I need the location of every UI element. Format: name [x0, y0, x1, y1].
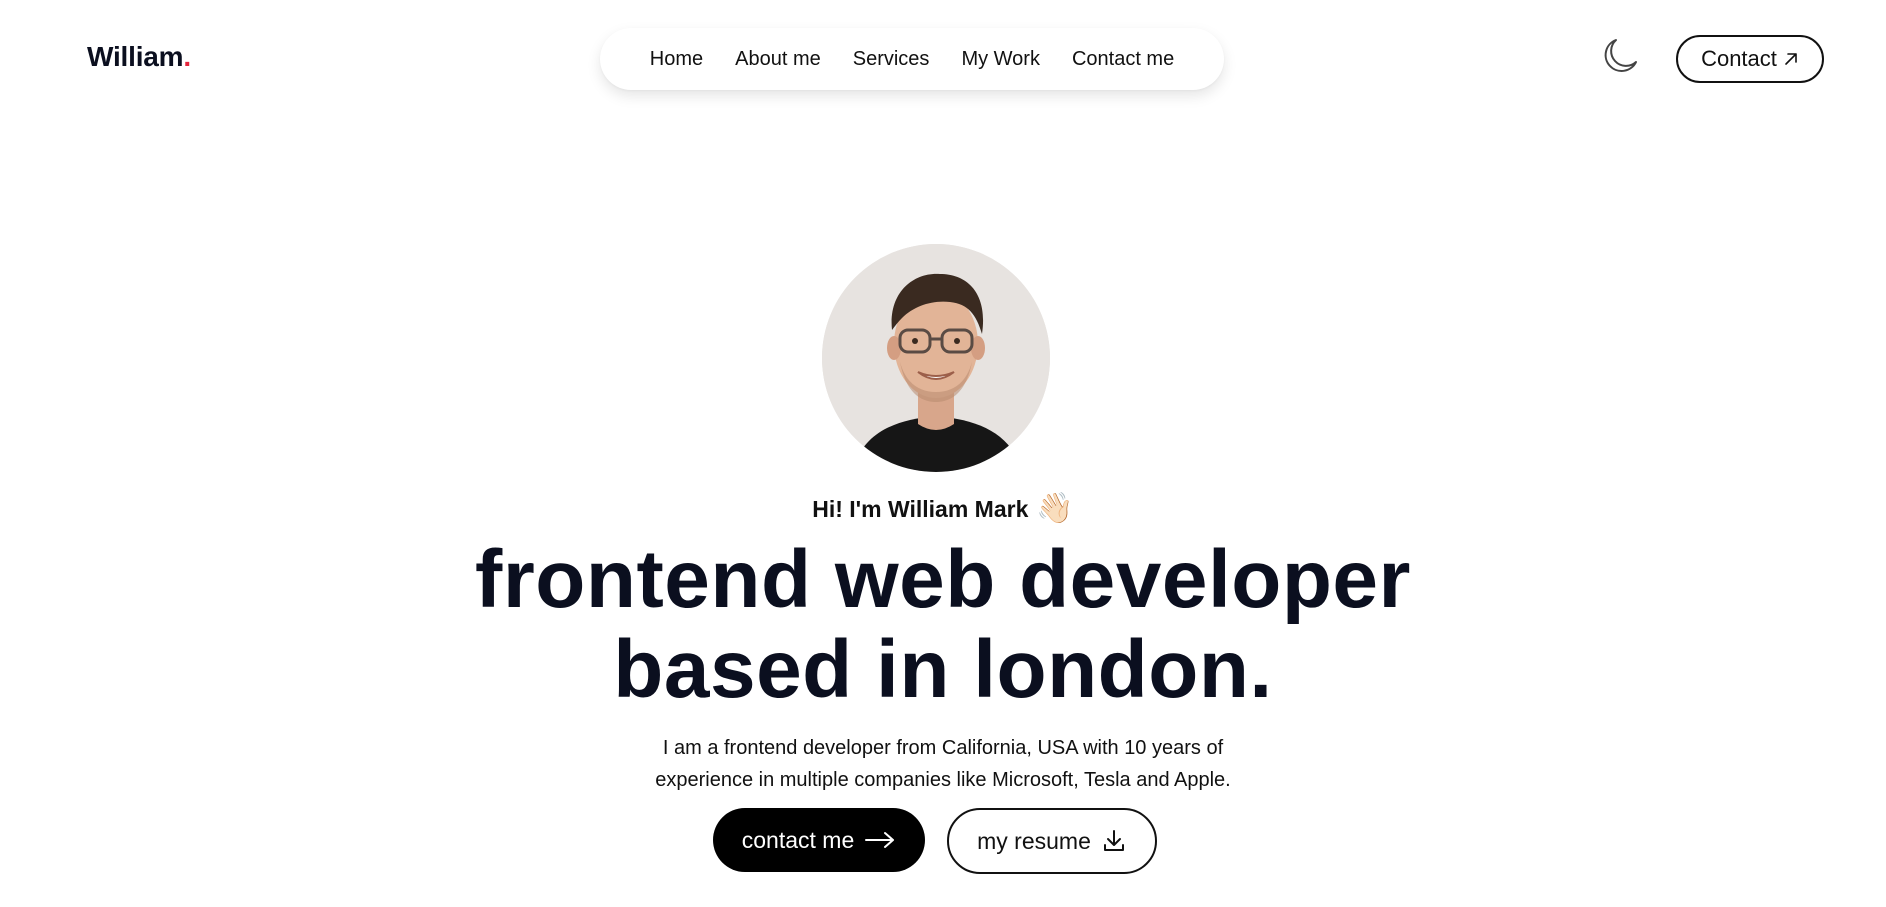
logo[interactable]: William. — [87, 41, 191, 73]
nav-item-my-work[interactable]: My Work — [961, 48, 1040, 71]
contact-button-label: Contact — [1701, 46, 1777, 71]
moon-icon — [1604, 39, 1637, 72]
hero-intro: I am a frontend developer from Californi… — [0, 732, 1886, 796]
page: William. Home About me Services My Work … — [0, 0, 1886, 907]
hero-greeting: Hi! I'm William Mark 👋🏻 — [0, 494, 1886, 524]
nav-item-services[interactable]: Services — [853, 48, 930, 71]
profile-photo — [822, 244, 1050, 472]
greeting-text: Hi! I'm William Mark — [812, 495, 1029, 522]
nav-item-about-me[interactable]: About me — [735, 48, 821, 71]
my-resume-button-label: my resume — [977, 827, 1091, 854]
intro-line-2: experience in multiple companies like Mi… — [655, 769, 1231, 791]
arrow-right-icon — [865, 832, 895, 848]
main-nav: Home About me Services My Work Contact m… — [600, 28, 1224, 90]
waving-hand-icon: 👋🏻 — [1036, 492, 1074, 525]
headline-line-1: frontend web developer — [475, 534, 1411, 625]
hero-headline: frontend web developer based in london. — [0, 535, 1886, 715]
contact-me-button-label: contact me — [741, 826, 855, 853]
headline-line-2: based in london. — [613, 624, 1273, 715]
my-resume-button[interactable]: my resume — [947, 808, 1157, 874]
logo-dot: . — [183, 41, 191, 72]
contact-me-button[interactable]: contact me — [713, 808, 925, 872]
profile-avatar — [822, 244, 1050, 472]
theme-toggle-button[interactable] — [1600, 36, 1640, 76]
download-icon — [1103, 830, 1124, 851]
nav-item-contact-me[interactable]: Contact me — [1072, 48, 1174, 71]
contact-button[interactable]: Contact — [1676, 35, 1824, 83]
intro-line-1: I am a frontend developer from Californi… — [662, 737, 1224, 759]
nav-item-home[interactable]: Home — [650, 48, 703, 71]
logo-text: William — [87, 41, 184, 72]
arrow-up-right-icon — [1785, 53, 1797, 65]
